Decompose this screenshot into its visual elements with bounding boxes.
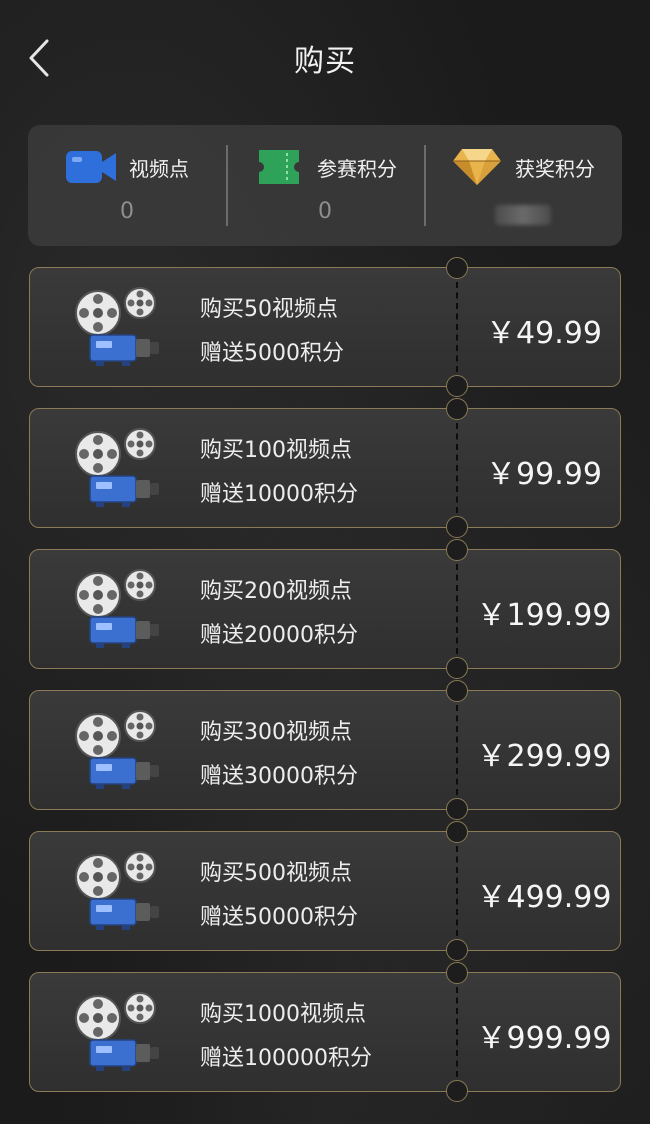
stat-value-hidden — [495, 205, 551, 225]
film-projector-icon — [75, 287, 159, 366]
diamond-icon — [453, 149, 501, 185]
package-price: ￥99.99 — [486, 457, 602, 492]
film-projector-icon — [75, 710, 159, 789]
ticket-perforation — [456, 705, 458, 795]
ticket-icon — [259, 150, 299, 184]
ticket-notch — [446, 398, 468, 420]
ticket-notch — [446, 539, 468, 561]
package-title: 购买50视频点 — [200, 297, 338, 322]
stat-award-points: 获奖积分 — [424, 125, 622, 246]
ticket-notch — [446, 257, 468, 279]
package-price: ￥299.99 — [476, 739, 612, 774]
package-title: 购买100视频点 — [200, 438, 352, 463]
film-projector-icon — [75, 569, 159, 648]
package-bonus: 赠送5000积分 — [200, 341, 344, 366]
stat-value: 0 — [120, 199, 134, 224]
package-price: ￥999.99 — [476, 1021, 612, 1056]
page-title: 购买 — [294, 44, 356, 79]
package-card[interactable]: 购买200视频点 赠送20000积分 ￥199.99 — [29, 539, 621, 679]
stat-value: 0 — [318, 199, 332, 224]
stat-contest-points: 参赛积分 0 — [226, 125, 424, 246]
top-bar: 购买 — [0, 0, 650, 112]
ticket-notch — [446, 375, 468, 397]
package-title: 购买1000视频点 — [200, 1002, 366, 1027]
package-title: 购买500视频点 — [200, 861, 352, 886]
balance-panel: 视频点 0 参赛积分 0 获奖积分 — [28, 125, 622, 246]
package-card[interactable]: 购买300视频点 赠送30000积分 ￥299.99 — [29, 680, 621, 820]
package-bonus: 赠送30000积分 — [200, 764, 358, 789]
package-price: ￥199.99 — [476, 598, 612, 633]
ticket-notch — [446, 821, 468, 843]
package-bonus: 赠送100000积分 — [200, 1046, 372, 1071]
stat-label: 获奖积分 — [515, 156, 595, 181]
package-bonus: 赠送50000积分 — [200, 905, 358, 930]
package-title: 购买300视频点 — [200, 720, 352, 745]
package-bonus: 赠送10000积分 — [200, 482, 358, 507]
ticket-notch — [446, 798, 468, 820]
video-camera-icon — [66, 151, 116, 183]
package-card[interactable]: 购买500视频点 赠送50000积分 ￥499.99 — [29, 821, 621, 961]
package-card[interactable]: 购买100视频点 赠送10000积分 ￥99.99 — [29, 398, 621, 538]
ticket-perforation — [456, 987, 458, 1077]
stat-label: 视频点 — [129, 156, 189, 181]
ticket-notch — [446, 939, 468, 961]
stat-label: 参赛积分 — [317, 156, 397, 181]
ticket-perforation — [456, 423, 458, 513]
package-title: 购买200视频点 — [200, 579, 352, 604]
package-price: ￥49.99 — [486, 316, 602, 351]
ticket-notch — [446, 657, 468, 679]
film-projector-icon — [75, 992, 159, 1071]
package-card[interactable]: 购买50视频点 赠送5000积分 ￥49.99 — [29, 257, 621, 397]
ticket-notch — [446, 962, 468, 984]
ticket-perforation — [456, 564, 458, 654]
package-price: ￥499.99 — [476, 880, 612, 915]
ticket-notch — [446, 516, 468, 538]
package-bonus: 赠送20000积分 — [200, 623, 358, 648]
ticket-perforation — [456, 282, 458, 372]
stat-video-points: 视频点 0 — [28, 125, 226, 246]
ticket-notch — [446, 1080, 468, 1102]
ticket-perforation — [456, 846, 458, 936]
package-card[interactable]: 购买1000视频点 赠送100000积分 ￥999.99 — [29, 962, 621, 1102]
film-projector-icon — [75, 851, 159, 930]
ticket-notch — [446, 680, 468, 702]
film-projector-icon — [75, 428, 159, 507]
